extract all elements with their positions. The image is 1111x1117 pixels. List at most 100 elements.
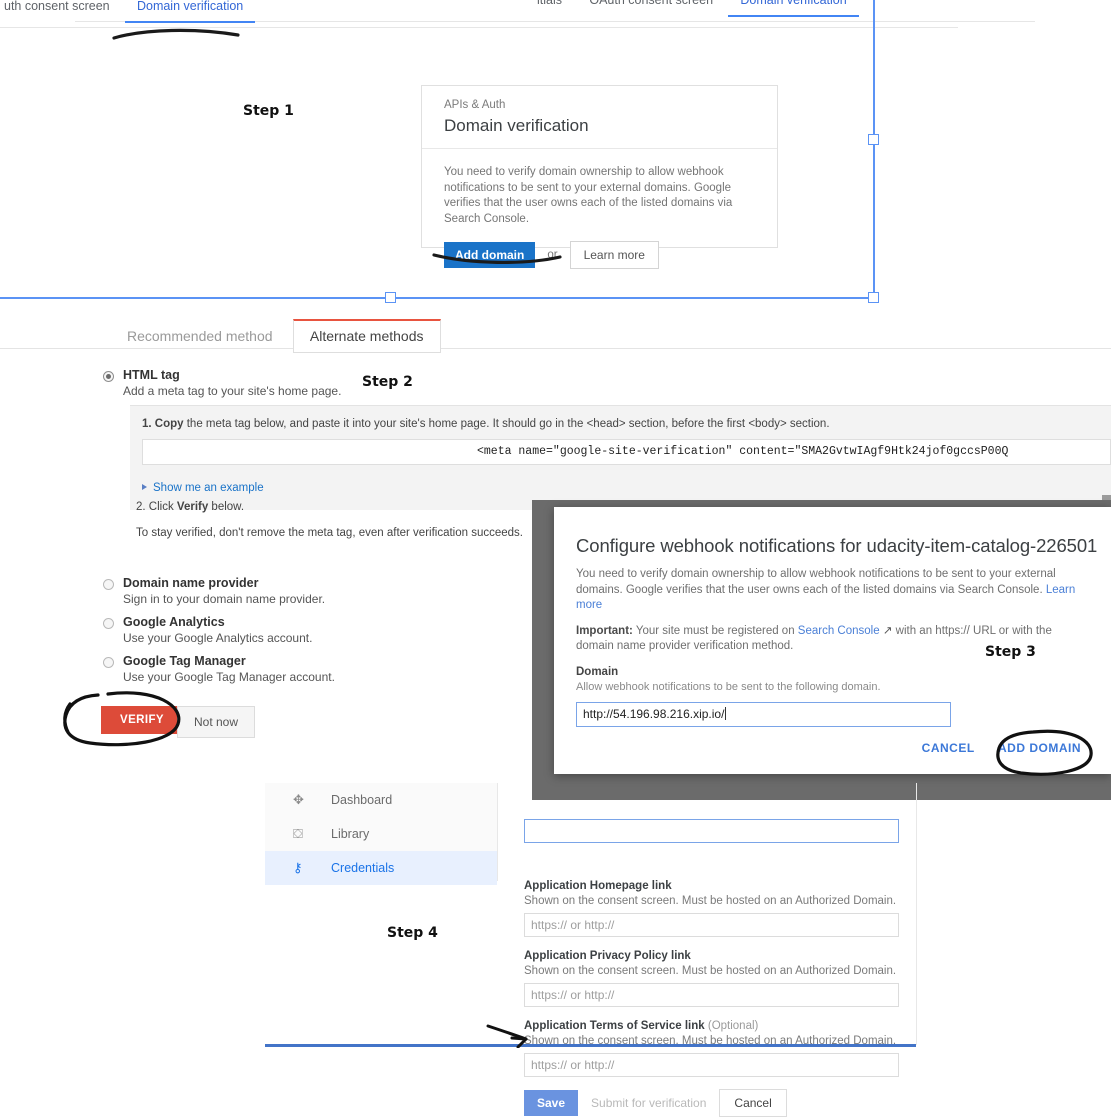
option-google-analytics[interactable]: Google Analytics Use your Google Analyti… <box>123 614 312 646</box>
library-icon: ⛋ <box>293 826 303 841</box>
selection-edge-right[interactable] <box>873 0 875 299</box>
add-domain-confirm-button[interactable]: ADD DOMAIN <box>988 735 1091 761</box>
content-right-divider <box>916 783 917 1045</box>
sidebar-item-credentials[interactable]: ⚷ Credentials <box>265 851 497 885</box>
radio-html-tag[interactable] <box>103 371 114 382</box>
dashboard-icon: ✥ <box>293 792 304 807</box>
cancel-form-button[interactable]: Cancel <box>719 1089 787 1117</box>
selection-edge-bottom[interactable] <box>0 297 875 299</box>
meta-tag-code: <meta name="google-site-verification" co… <box>477 445 1009 458</box>
option-google-tag-manager-subtitle: Use your Google Tag Manager account. <box>123 670 335 684</box>
show-me-an-example-toggle[interactable]: Show me an example <box>142 480 264 496</box>
instruction-2-bold: Verify <box>176 501 209 513</box>
option-html-tag[interactable]: HTML tag Add a meta tag to your site's h… <box>123 367 341 399</box>
card-actions: Add domain or Learn more <box>444 241 755 269</box>
radio-google-analytics[interactable] <box>103 618 114 629</box>
card-eyebrow: APIs & Auth <box>444 99 506 111</box>
application-privacy-label: Application Privacy Policy link <box>524 950 691 962</box>
step-1-label: Step 1 <box>243 103 294 119</box>
application-terms-label: Application Terms of Service link (Optio… <box>524 1019 916 1034</box>
option-google-tag-manager[interactable]: Google Tag Manager Use your Google Tag M… <box>123 653 335 685</box>
application-homepage-sublabel: Shown on the consent screen. Must be hos… <box>524 895 897 907</box>
search-console-link[interactable]: Search Console <box>798 625 880 637</box>
option-html-tag-title: HTML tag <box>123 368 180 382</box>
application-homepage-input[interactable]: https:// or http:// <box>524 913 899 937</box>
selection-handle-south[interactable] <box>385 292 396 303</box>
tab-credentials-right[interactable]: itials <box>525 0 574 17</box>
card-description: You need to verify domain ownership to a… <box>444 166 733 225</box>
key-icon: ⚷ <box>293 860 303 875</box>
application-privacy-sublabel: Shown on the consent screen. Must be hos… <box>524 965 897 977</box>
application-terms-field-group: Application Terms of Service link (Optio… <box>524 1019 916 1077</box>
modal-body: You need to verify domain ownership to a… <box>554 559 1111 727</box>
add-domain-button[interactable]: Add domain <box>444 242 536 268</box>
tab-alternate-methods[interactable]: Alternate methods <box>292 319 441 353</box>
verify-button[interactable]: VERIFY <box>101 706 183 734</box>
cancel-button[interactable]: CANCEL <box>912 735 985 761</box>
application-terms-optional-tag: (Optional) <box>707 1020 759 1032</box>
option-google-analytics-subtitle: Use your Google Analytics account. <box>123 631 313 645</box>
text-caret <box>725 706 727 720</box>
instruction-1-rest: the meta tag below, and paste it into yo… <box>183 418 830 430</box>
selection-handle-east[interactable] <box>868 134 879 145</box>
domain-verification-card: APIs & Auth Domain verification You need… <box>421 85 778 269</box>
application-homepage-label: Application Homepage link <box>524 880 672 892</box>
tab-oauth-consent-screen-left[interactable]: uth consent screen <box>0 0 122 23</box>
card-title: Domain verification <box>444 116 589 135</box>
step-3-label: Step 3 <box>985 644 1036 660</box>
option-domain-name-provider-title: Domain name provider <box>123 576 259 590</box>
configure-webhook-modal: Configure webhook notifications for udac… <box>554 507 1111 774</box>
application-homepage-field-group: Application Homepage link Shown on the c… <box>524 879 916 937</box>
submit-for-verification-button: Submit for verification <box>578 1090 720 1116</box>
sidebar-item-library[interactable]: ⛋ Library <box>265 817 497 851</box>
learn-more-button[interactable]: Learn more <box>569 241 659 269</box>
radio-domain-name-provider[interactable] <box>103 579 114 590</box>
console-tabs-right: itials OAuth consent screen Domain verif… <box>525 0 859 17</box>
important-text-a: Your site must be registered on <box>632 624 798 637</box>
console-tabs-left: uth consent screen Domain verification <box>0 0 256 23</box>
oauth-consent-form: Application Homepage link Shown on the c… <box>524 795 916 1117</box>
option-google-analytics-title: Google Analytics <box>123 615 225 629</box>
authorized-domains-input[interactable] <box>524 819 899 843</box>
tab-underline-left <box>0 27 958 28</box>
meta-tag-readonly-field[interactable]: <meta name="google-site-verification" co… <box>142 439 1111 465</box>
card-body: You need to verify domain ownership to a… <box>422 149 777 269</box>
authorized-domains-field-group <box>524 819 916 867</box>
instruction-2-prefix: 2. Click <box>136 501 177 513</box>
option-google-tag-manager-title: Google Tag Manager <box>123 654 246 668</box>
not-now-button[interactable]: Not now <box>177 706 256 738</box>
selection-handle-south-east[interactable] <box>868 292 879 303</box>
tab-oauth-consent-screen-right[interactable]: OAuth consent screen <box>577 0 725 17</box>
modal-intro-text: You need to verify domain ownership to a… <box>576 568 1056 596</box>
application-privacy-input[interactable]: https:// or http:// <box>524 983 899 1007</box>
sidebar-item-credentials-label: Credentials <box>331 861 395 875</box>
tab-recommended-method[interactable]: Recommended method <box>110 320 290 353</box>
save-button[interactable]: Save <box>524 1090 579 1116</box>
tab-domain-verification-right[interactable]: Domain verification <box>728 0 859 17</box>
sidebar-item-dashboard-label: Dashboard <box>331 793 393 807</box>
tab-domain-verification-left[interactable]: Domain verification <box>124 0 256 23</box>
console-tabbar-region: uth consent screen Domain verification i… <box>0 0 1111 30</box>
console-sidebar: ✥ Dashboard ⛋ Library ⚷ Credentials <box>265 783 498 885</box>
card-header: APIs & Auth Domain verification <box>422 86 777 149</box>
form-actions: Save Submit for verification Cancel <box>524 1089 916 1117</box>
domain-field-sublabel: Allow webhook notifications to be sent t… <box>576 680 881 693</box>
domain-field-label: Domain <box>576 665 619 678</box>
modal-title: Configure webhook notifications for udac… <box>576 535 1098 556</box>
instruction-1-prefix: 1. Copy <box>142 418 184 430</box>
domain-input[interactable]: http://54.196.98.216.xip.io/ <box>576 701 951 727</box>
radio-google-tag-manager[interactable] <box>103 657 114 668</box>
domain-input-value: http://54.196.98.216.xip.io/ <box>583 706 725 721</box>
sidebar-item-library-label: Library <box>331 827 370 841</box>
html-tag-instructions-box: 1. Copy the meta tag below, and paste it… <box>130 405 1111 510</box>
important-label: Important: <box>576 624 633 637</box>
option-domain-name-provider-subtitle: Sign in to your domain name provider. <box>123 592 326 606</box>
step-2-label: Step 2 <box>362 374 413 390</box>
option-domain-name-provider[interactable]: Domain name provider Sign in to your dom… <box>123 575 325 607</box>
disclosure-triangle-icon <box>142 484 147 490</box>
application-terms-input[interactable]: https:// or http:// <box>524 1053 899 1077</box>
modal-paragraph-intro: You need to verify domain ownership to a… <box>576 567 1089 614</box>
sidebar-item-dashboard[interactable]: ✥ Dashboard <box>265 783 497 817</box>
application-terms-label-text: Application Terms of Service link <box>524 1020 705 1032</box>
option-html-tag-subtitle: Add a meta tag to your site's home page. <box>123 384 342 398</box>
